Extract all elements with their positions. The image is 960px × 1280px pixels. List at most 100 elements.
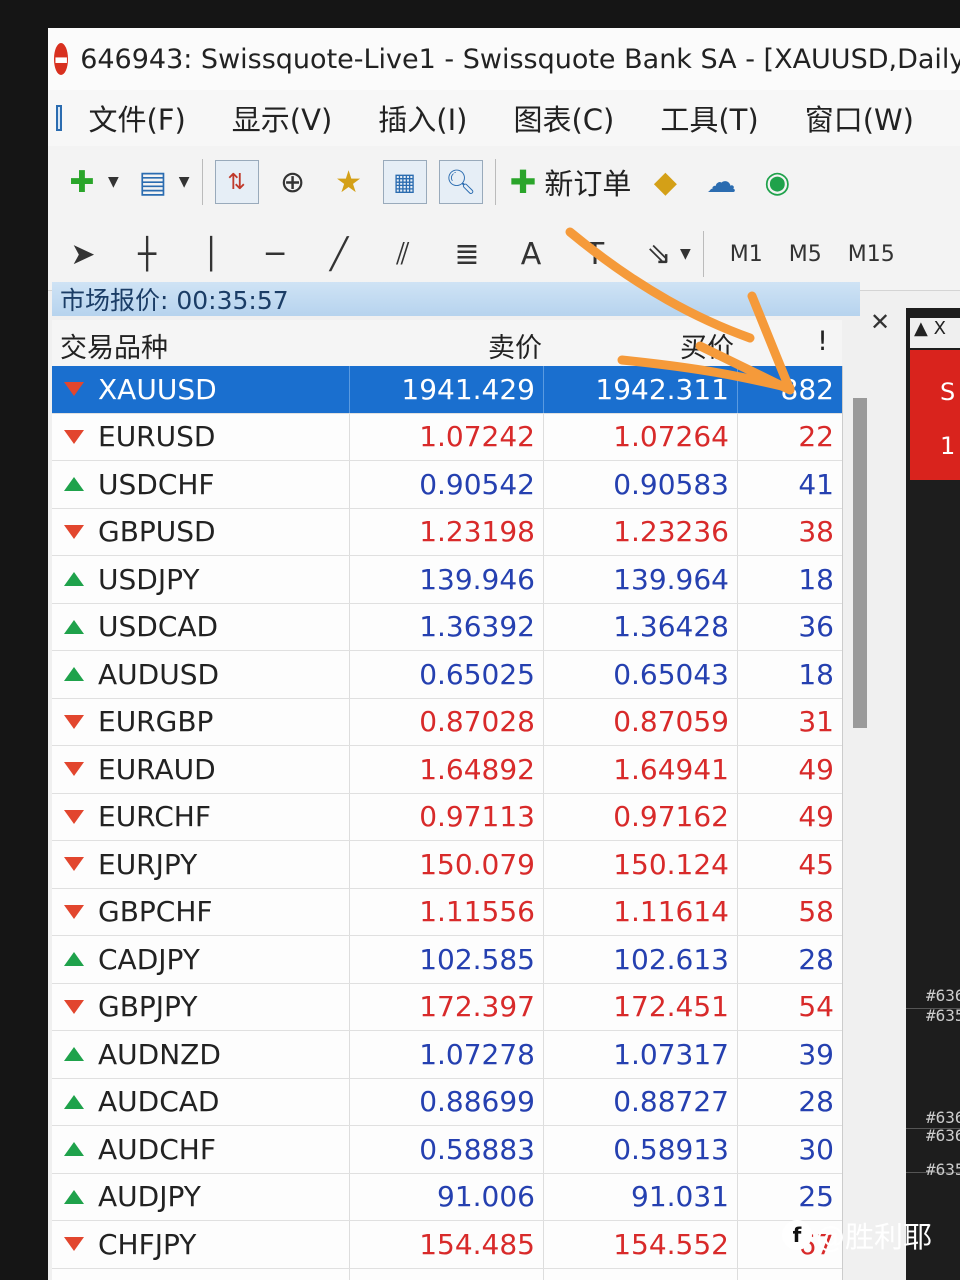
bid-cell: 150.079 [350, 841, 544, 888]
symbol-name: AUDCHF [98, 1132, 216, 1166]
order-label: #635565 [926, 1160, 960, 1179]
signals-icon[interactable]: ◉ [755, 160, 799, 204]
equidistant-channel-icon[interactable]: ⫽ [386, 237, 420, 272]
text-label-icon[interactable]: T [578, 237, 612, 272]
symbol-cell: CHFJPY [52, 1221, 350, 1268]
table-row[interactable]: EURNZD 1.769131.7699582 [52, 1268, 842, 1280]
table-row[interactable]: EURUSD 1.07242 1.07264 22 [52, 413, 842, 461]
table-row[interactable]: GBPCHF 1.11556 1.11614 58 [52, 888, 842, 936]
table-row[interactable]: GBPJPY 172.397 172.451 54 [52, 983, 842, 1031]
table-row[interactable]: AUDJPY 91.006 91.031 25 [52, 1173, 842, 1221]
symbol-name: GBPJPY [98, 990, 198, 1024]
spread-cell: 49 [798, 752, 834, 786]
profiles-dropdown-icon[interactable]: ▼ [179, 174, 190, 190]
crosshair-icon[interactable]: ⊕ [271, 160, 315, 204]
table-row[interactable]: EURAUD 1.64892 1.64941 49 [52, 746, 842, 794]
table-row[interactable]: AUDCAD 0.88699 0.88727 28 [52, 1078, 842, 1126]
toolbar-separator [494, 159, 496, 205]
terminal-icon[interactable]: ▦ [382, 160, 427, 204]
table-row[interactable]: XAUUSD 1941.429 1942.311 882 [52, 366, 842, 414]
crosshair-tool-icon[interactable]: ┼ [130, 237, 164, 272]
table-row[interactable]: GBPUSD 1.23198 1.23236 38 [52, 508, 842, 556]
horizontal-line-icon[interactable]: ─ [258, 237, 292, 272]
profiles-icon[interactable]: ▤ [131, 160, 175, 204]
menu-tools[interactable]: 工具(T) [660, 97, 758, 139]
table-row[interactable]: EURCHF 0.97113 0.97162 49 [52, 793, 842, 841]
symbol-cell: GBPJPY [52, 983, 350, 1030]
timeframe-m15[interactable]: M15 [848, 242, 895, 267]
fibonacci-icon[interactable]: ≣ [450, 237, 484, 272]
bid-cell: 1.23198 [350, 508, 544, 555]
table-row[interactable]: AUDNZD 1.07278 1.07317 39 [52, 1031, 842, 1079]
timeframe-m1[interactable]: M1 [730, 242, 763, 267]
spread-cell: 18 [798, 657, 834, 691]
symbol-cell: CADJPY [52, 936, 350, 983]
symbol-name: EURUSD [98, 420, 216, 454]
symbol-name: EURNZD [98, 1275, 217, 1280]
menu-file[interactable]: 文件(F) [88, 97, 185, 139]
bid-cell: 0.58883 [350, 1126, 544, 1173]
text-tool[interactable]: A [514, 237, 548, 272]
vertical-scrollbar[interactable] [842, 366, 877, 1280]
symbol-cell: EURCHF [52, 793, 350, 840]
table-row[interactable]: EURGBP 0.87028 0.87059 31 [52, 698, 842, 746]
arrows-icon[interactable]: ⇘ [642, 237, 676, 272]
ask-cell: 154.552 [544, 1221, 738, 1268]
menu-window[interactable]: 窗口(W) [805, 97, 914, 139]
timeframe-m5[interactable]: M5 [789, 242, 822, 267]
column-spread[interactable]: ! [817, 326, 828, 357]
symbol-cell: AUDCHF [52, 1126, 350, 1173]
symbol-name: EURGBP [98, 705, 214, 739]
table-row[interactable]: CHFJPY 154.485 154.552 67 [52, 1221, 842, 1269]
bid-cell: 1941.429 [350, 366, 544, 413]
column-ask[interactable]: 买价 [680, 326, 734, 365]
table-row[interactable]: CADJPY 102.585 102.613 28 [52, 936, 842, 984]
market-icon[interactable]: ☁ [699, 160, 743, 204]
trendline-icon[interactable]: ╱ [322, 237, 356, 272]
symbol-cell: EURNZD [52, 1268, 350, 1280]
column-bid[interactable]: 卖价 [488, 326, 542, 365]
column-symbol[interactable]: 交易品种 [60, 326, 168, 365]
table-row[interactable]: AUDUSD 0.65025 0.65043 18 [52, 651, 842, 699]
table-row[interactable]: USDJPY 139.946 139.964 18 [52, 556, 842, 604]
one-click-trading-panel[interactable]: S 1 [910, 350, 960, 480]
new-chart-icon[interactable]: ✚ [60, 160, 104, 204]
bid-cell: 1.36392 [350, 603, 544, 650]
table-row[interactable]: USDCAD 1.36392 1.36428 36 [52, 603, 842, 651]
chart-window-icon[interactable] [56, 105, 63, 131]
market-watch-header: 交易品种 卖价 买价 ! [52, 320, 842, 367]
symbol-name: GBPUSD [98, 515, 216, 549]
symbol-cell: EURUSD [52, 413, 350, 460]
symbol-cell: XAUUSD [52, 366, 350, 413]
vertical-line-icon[interactable]: │ [194, 237, 228, 272]
scroll-thumb[interactable] [853, 398, 867, 728]
close-icon[interactable]: ✕ [870, 308, 890, 336]
new-order-button[interactable]: ✚ 新订单 [510, 161, 632, 203]
table-row[interactable]: AUDCHF 0.58883 0.58913 30 [52, 1126, 842, 1174]
symbol-cell: EURAUD [52, 746, 350, 793]
ask-cell: 1942.311 [544, 366, 738, 413]
chart-tab[interactable]: ▲ X [910, 318, 960, 348]
table-row[interactable]: USDCHF 0.90542 0.90583 41 [52, 461, 842, 509]
strategy-tester-icon[interactable]: 🔍︎ [438, 160, 483, 204]
arrow-down-icon [64, 999, 84, 1014]
symbol-cell: GBPUSD [52, 508, 350, 555]
spread-cell: 82 [738, 1269, 842, 1280]
ask-cell: 102.613 [544, 936, 738, 983]
symbol-cell: GBPCHF [52, 888, 350, 935]
menu-insert[interactable]: 插入(I) [378, 97, 467, 139]
expert-advisor-icon[interactable]: ◆ [643, 160, 687, 204]
market-watch-icon[interactable]: ⇅ [214, 160, 259, 204]
cursor-icon[interactable]: ➤ [66, 237, 100, 272]
new-chart-dropdown-icon[interactable]: ▼ [108, 174, 119, 190]
navigator-icon[interactable]: ★ [327, 160, 371, 204]
arrows-dropdown-icon[interactable]: ▼ [680, 246, 691, 262]
menu-view[interactable]: 显示(V) [232, 97, 332, 139]
spread-cell: 22 [798, 420, 834, 454]
spread-cell: 18 [798, 562, 834, 596]
spread-cell: 36 [798, 610, 834, 644]
arrow-down-icon [64, 762, 84, 777]
menu-charts[interactable]: 图表(C) [513, 97, 614, 139]
table-row[interactable]: EURJPY 150.079 150.124 45 [52, 841, 842, 889]
ask-cell: 1.11614 [544, 888, 738, 935]
